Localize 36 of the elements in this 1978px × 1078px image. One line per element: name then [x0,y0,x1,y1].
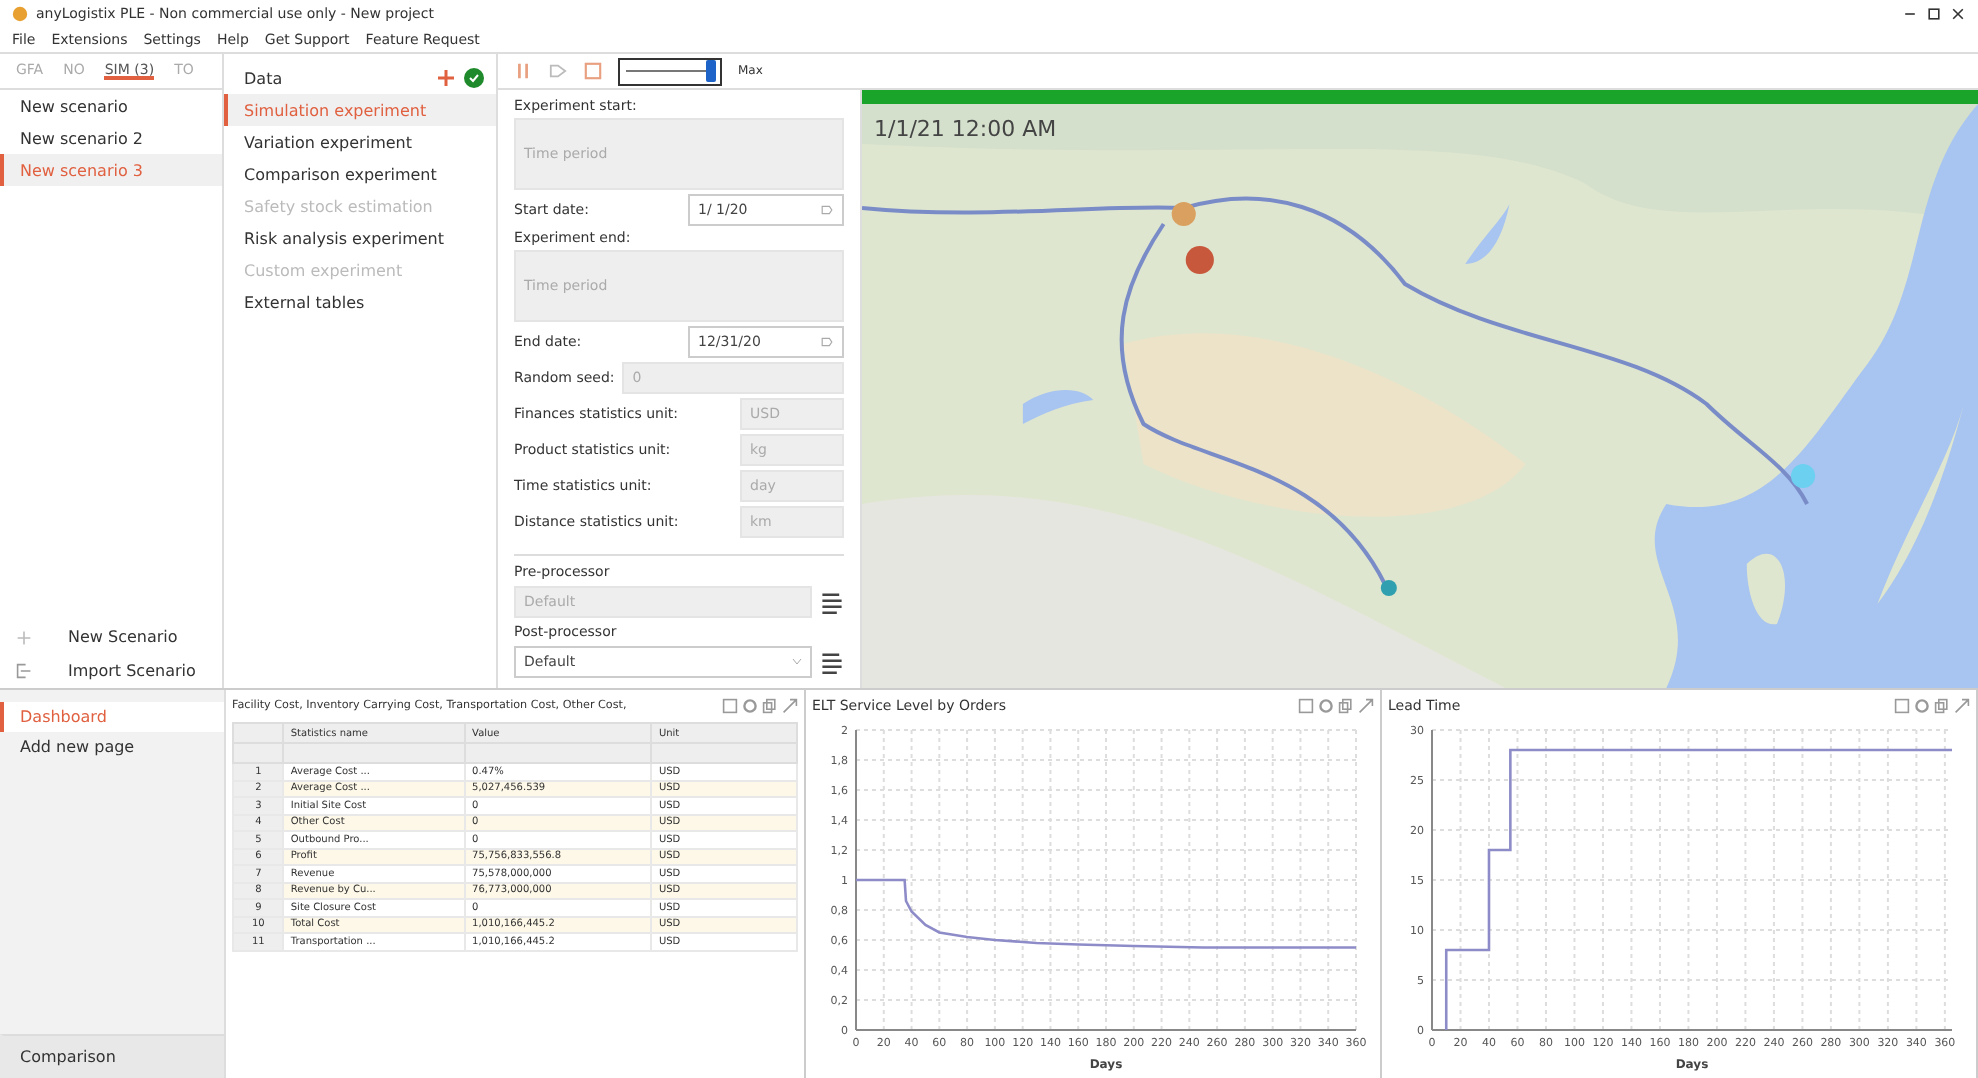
nav-item[interactable]: Dashboard [0,702,224,732]
experiment-item[interactable]: Data [224,62,428,94]
toggle-icon[interactable] [1894,698,1910,714]
play-icon[interactable] [548,62,568,80]
import-icon [16,662,32,680]
nav-item[interactable]: Add new page [0,732,224,762]
list-icon[interactable] [820,590,844,614]
experiment-item[interactable]: Comparison experiment [224,158,496,190]
copy-icon[interactable] [762,698,778,714]
expand-icon[interactable] [782,698,798,714]
caret-icon [792,658,802,666]
scenario-item[interactable]: New scenario [0,90,222,122]
copy-icon[interactable] [1338,698,1354,714]
close-icon[interactable] [1950,6,1966,22]
copy-icon[interactable] [1934,698,1950,714]
pause-icon[interactable] [514,62,532,80]
scenario-item[interactable]: New scenario 2 [0,122,222,154]
toggle-icon[interactable] [722,698,738,714]
import-button[interactable]: Import Scenario [0,654,222,688]
app-logo-icon [12,6,28,22]
list-icon[interactable] [820,650,844,674]
nav-item[interactable]: Comparison [0,1034,224,1078]
new-scenario-button[interactable]: New Scenario [0,620,222,654]
toggle-icon[interactable] [1298,698,1314,714]
experiment-item[interactable]: External tables [224,286,496,318]
experiment-item[interactable]: Risk analysis experiment [224,222,496,254]
expand-icon[interactable] [1954,698,1970,714]
stop-icon[interactable] [584,62,602,80]
check-icon [464,68,484,88]
add-icon[interactable] [436,68,456,88]
plus-icon [16,629,32,645]
expand-icon[interactable] [1358,698,1374,714]
restore-icon[interactable] [1926,6,1942,22]
speed-slider[interactable] [618,57,722,85]
experiment-item[interactable]: Variation experiment [224,126,496,158]
simulation-time: 1/1/21 12:00 AM [874,116,1057,142]
